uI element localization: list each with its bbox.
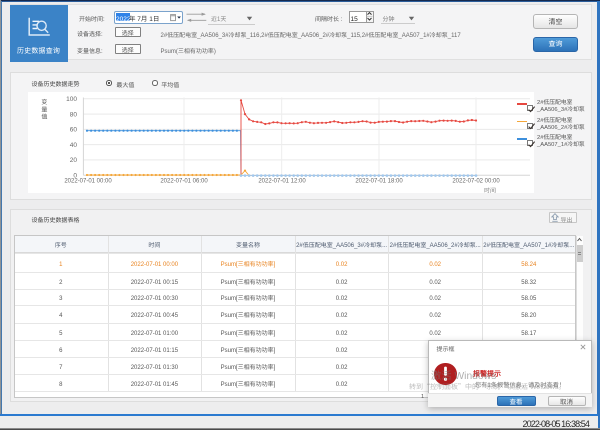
svg-text:80: 80 [70,108,78,118]
svg-text:值: 值 [41,112,47,121]
svg-text:2022-07-01 18:00: 2022-07-01 18:00 [355,176,403,185]
svg-text:时间: 时间 [484,186,496,195]
svg-text:100: 100 [66,93,77,103]
svg-text:2022-07-01 12:00: 2022-07-01 12:00 [258,176,306,185]
svg-text:60: 60 [70,124,78,134]
svg-text:2022-07-01 00:00: 2022-07-01 00:00 [64,176,112,185]
svg-text:2022-07-01 06:00: 2022-07-01 06:00 [160,176,208,185]
svg-text:2022-07-02 00:00: 2022-07-02 00:00 [452,176,500,185]
svg-text:20: 20 [70,154,78,164]
svg-text:40: 40 [70,139,78,149]
